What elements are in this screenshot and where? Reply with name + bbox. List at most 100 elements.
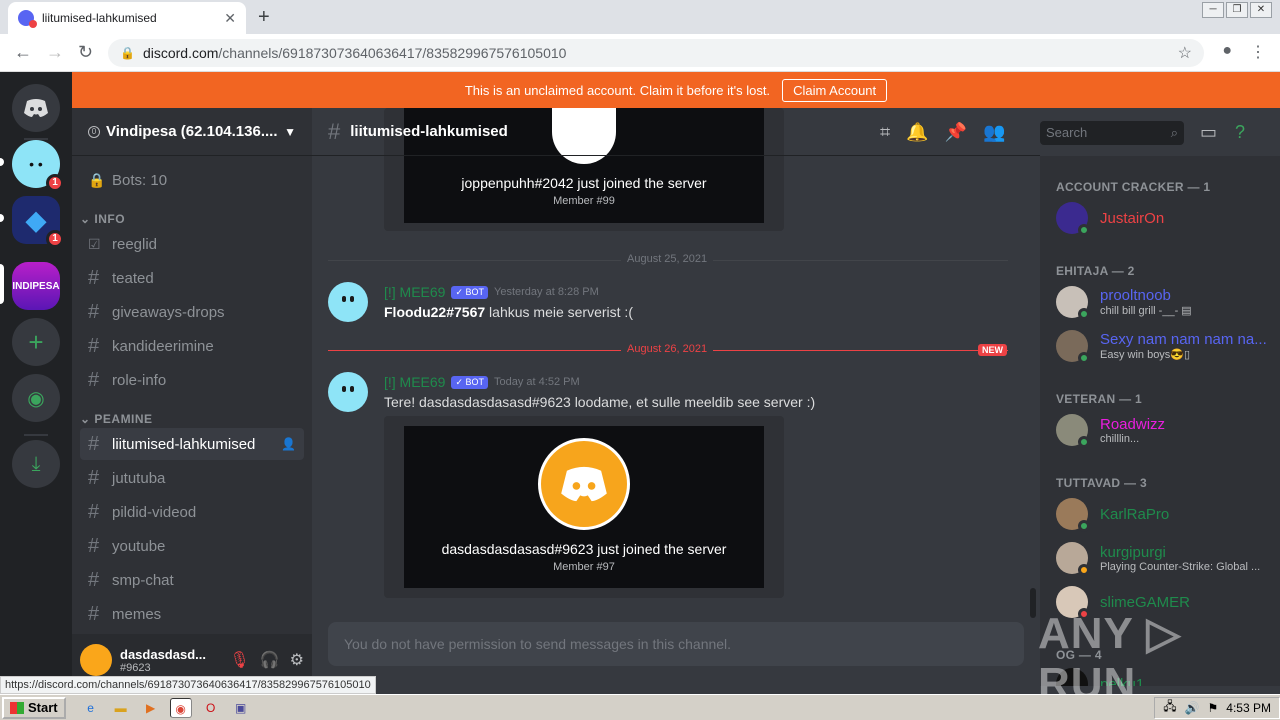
- member-item[interactable]: Sexy nam nam nam na... Easy win boys😎▯: [1056, 330, 1272, 364]
- channel-reeglid[interactable]: ☑ reeglid: [80, 228, 304, 260]
- restore-button[interactable]: ❐: [1226, 2, 1248, 18]
- author-name[interactable]: [!] MEE69: [384, 374, 445, 390]
- channel-teated[interactable]: # teated: [80, 262, 304, 294]
- member-item[interactable]: JustairOn: [1056, 202, 1272, 236]
- member-name: KarlRaPro: [1100, 505, 1170, 523]
- mention-badge: 1: [46, 230, 64, 248]
- unread-pip: [0, 158, 4, 166]
- mention-badge: 1: [46, 174, 64, 192]
- pin-icon[interactable]: 📌: [945, 122, 967, 143]
- inbox-icon[interactable]: ▭: [1200, 122, 1217, 143]
- forward-icon[interactable]: →: [46, 42, 64, 63]
- bell-icon[interactable]: 🔔: [906, 122, 928, 143]
- back-icon[interactable]: ←: [14, 42, 32, 63]
- browser-tab[interactable]: liitumised-lahkumised ✕: [8, 2, 246, 34]
- headphones-icon[interactable]: 🎧: [260, 650, 280, 670]
- hash-icon: #: [88, 432, 100, 455]
- avatar[interactable]: [80, 644, 112, 676]
- category-info[interactable]: ⌄ INFO: [80, 212, 304, 226]
- channel-label: jututuba: [112, 469, 166, 487]
- avatar: [1056, 542, 1090, 576]
- browser-menu-icon[interactable]: ⋮: [1250, 42, 1266, 62]
- mute-mic-icon[interactable]: 🎙: [229, 650, 249, 670]
- header-actions: ▭ ?: [1200, 108, 1245, 156]
- add-server-button[interactable]: +: [12, 318, 60, 366]
- hash-icon: #: [88, 568, 100, 591]
- role-header: TUTTAVAD — 3: [1056, 476, 1147, 490]
- channel-role-info[interactable]: # role-info: [80, 364, 304, 396]
- browser-actions: ● ⋮: [1222, 42, 1266, 62]
- channel-bots-voice[interactable]: 🔒 Bots: 10: [80, 164, 304, 196]
- profile-icon[interactable]: ●: [1222, 42, 1232, 62]
- member-item[interactable]: Roadwizz chilllin...: [1056, 414, 1272, 448]
- threads-icon[interactable]: ⌗: [880, 122, 890, 143]
- channel-youtube[interactable]: # youtube: [80, 530, 304, 562]
- chat-scrollbar[interactable]: [1030, 588, 1036, 618]
- channel-label: youtube: [112, 537, 166, 555]
- gear-icon[interactable]: ⚙: [290, 650, 304, 670]
- avatar[interactable]: [328, 282, 368, 322]
- category-label: PEAMINE: [94, 412, 153, 426]
- media-player-icon[interactable]: ▶: [140, 698, 162, 718]
- flag-icon[interactable]: ⚑: [1208, 701, 1219, 715]
- arrow-logo-icon: ◆: [26, 204, 46, 235]
- unread-pip: [0, 214, 4, 222]
- browser-tabbar: liitumised-lahkumised ✕ + ─ ❐ ✕: [0, 0, 1280, 34]
- channel-kandideerimine[interactable]: # kandideerimine: [80, 330, 304, 362]
- download-apps-button[interactable]: ⤓: [12, 440, 60, 488]
- server-mee6-face[interactable]: • • 1: [12, 140, 64, 192]
- avatar[interactable]: [328, 372, 368, 412]
- category-peamine[interactable]: ⌄ PEAMINE: [80, 412, 304, 426]
- date-label: August 25, 2021: [621, 253, 714, 265]
- channel-jututuba[interactable]: # jututuba: [80, 462, 304, 494]
- member-item[interactable]: KarlRaPro: [1056, 498, 1272, 532]
- avatar: [1056, 330, 1090, 364]
- message-text: lahkus meie serverist :(: [485, 304, 633, 320]
- windows-taskbar: Start e ▬ ▶ ◉ O ▣ 🖧 🔊 ⚑ 4:53 PM: [0, 694, 1280, 720]
- member-item[interactable]: prooltnoob chill bill grill -__- ▤: [1056, 286, 1272, 320]
- help-icon[interactable]: ?: [1235, 122, 1245, 143]
- add-member-icon[interactable]: 👤: [281, 437, 296, 451]
- folder-icon[interactable]: ▬: [110, 698, 132, 718]
- network-icon[interactable]: 🖧: [1163, 697, 1176, 718]
- tab-title: liitumised-lahkumised: [42, 11, 157, 25]
- server-blue-arrow[interactable]: ◆ 1: [12, 196, 64, 248]
- discord-favicon-icon: [18, 10, 37, 28]
- hash-icon: #: [88, 334, 100, 357]
- volume-icon[interactable]: 🔊: [1185, 701, 1200, 715]
- guild-header[interactable]: 0 Vindipesa (62.104.136.... ▼: [72, 108, 312, 156]
- avatar: [1056, 498, 1090, 532]
- minimize-button[interactable]: ─: [1202, 2, 1224, 18]
- channel-liitumised-lahkumised[interactable]: # liitumised-lahkumised 👤: [80, 428, 304, 460]
- server-indipesa[interactable]: INDIPESA: [12, 262, 60, 310]
- discord-logo-icon: [24, 99, 48, 117]
- home-button[interactable]: [12, 84, 60, 132]
- clock[interactable]: 4:53 PM: [1226, 701, 1271, 715]
- role-header: VETERAN — 1: [1056, 392, 1142, 406]
- explore-servers-button[interactable]: ◉: [12, 374, 60, 422]
- search-input[interactable]: Search ⌕: [1040, 121, 1184, 145]
- bookmark-star-icon[interactable]: ☆: [1178, 43, 1192, 63]
- start-button[interactable]: Start: [2, 696, 66, 719]
- tab-close-icon[interactable]: ✕: [224, 10, 236, 27]
- avatar: [1056, 286, 1090, 320]
- member-item[interactable]: kurgipurgi Playing Counter-Strike: Globa…: [1056, 542, 1272, 576]
- channel-title: liitumised-lahkumised: [350, 123, 508, 140]
- url-field[interactable]: 🔒 discord.com/channels/69187307364063641…: [108, 39, 1204, 67]
- banner-text: This is an unclaimed account. Claim it b…: [464, 82, 771, 98]
- channel-memes[interactable]: # memes: [80, 598, 304, 630]
- ie-icon[interactable]: e: [80, 698, 102, 718]
- chrome-icon[interactable]: ◉: [169, 697, 192, 718]
- channel-pildid-videod[interactable]: # pildid-videod: [80, 496, 304, 528]
- app-icon[interactable]: ▣: [230, 698, 252, 718]
- channel-smp-chat[interactable]: # smp-chat: [80, 564, 304, 596]
- close-window-button[interactable]: ✕: [1250, 2, 1272, 18]
- opera-icon[interactable]: O: [200, 698, 222, 718]
- claim-account-button[interactable]: Claim Account: [782, 78, 888, 102]
- new-tab-button[interactable]: +: [258, 6, 270, 29]
- channel-giveaways-drops[interactable]: # giveaways-drops: [80, 296, 304, 328]
- member-list-icon[interactable]: 👥: [983, 122, 1005, 143]
- reload-icon[interactable]: ↻: [78, 42, 93, 63]
- channel-label: liitumised-lahkumised: [112, 435, 256, 453]
- author-name[interactable]: [!] MEE69: [384, 284, 445, 300]
